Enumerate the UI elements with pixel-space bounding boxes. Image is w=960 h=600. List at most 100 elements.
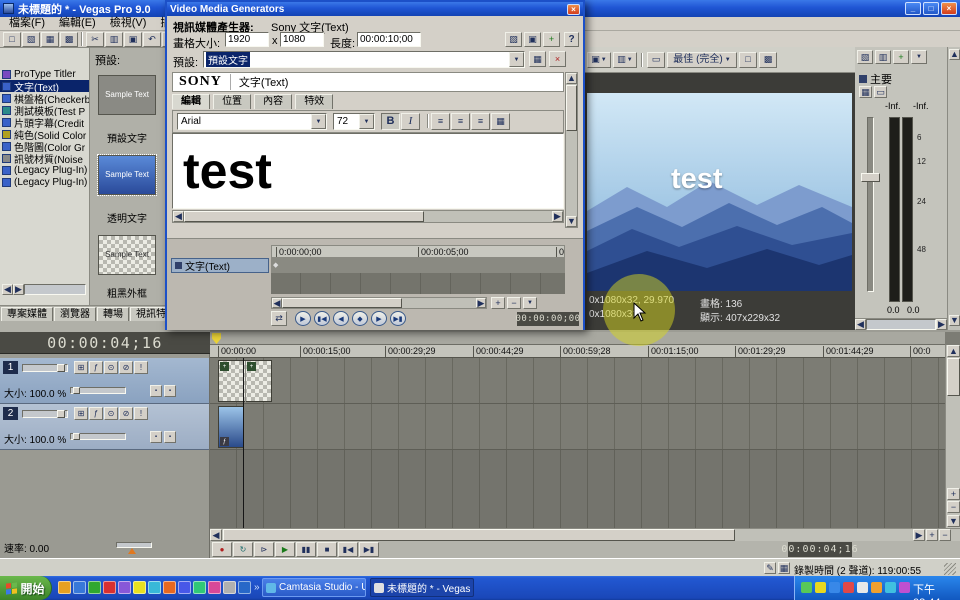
dropdown-icon[interactable]: ▼ [359, 114, 374, 129]
scroll-left-icon[interactable]: ◀ [173, 211, 184, 222]
tray-icon[interactable] [857, 582, 868, 593]
cursor-timecode-display[interactable]: 00:00:04;16 [0, 332, 210, 354]
timeline-event-text[interactable]: + + [218, 360, 272, 402]
master-fader-handle[interactable] [861, 173, 880, 182]
menu-file[interactable]: 檔案(F) [2, 17, 52, 30]
add-bus-button[interactable]: + [893, 50, 909, 64]
timeline-vscrollbar[interactable]: ▲ + − ▼ [945, 345, 960, 528]
generator-item[interactable]: 棋盤格(Checkerb [0, 92, 89, 104]
tray-icon[interactable] [871, 582, 882, 593]
track-header-1[interactable]: 1 ⊞ ƒ ⊙ ⊘ ! 大小: 100.0 % ▪ ▪ [0, 358, 209, 404]
generator-item[interactable]: ProType Titler [0, 68, 89, 80]
menu-edit[interactable]: 編輯(E) [52, 17, 103, 30]
frame-width-input[interactable]: 1920 [225, 32, 269, 47]
kf-last-button[interactable]: ▶▮ [390, 311, 406, 326]
timeline-event-video[interactable]: ƒ [218, 406, 244, 448]
grid-icon[interactable]: ▦ [778, 562, 790, 574]
minimize-button[interactable]: _ [905, 2, 921, 15]
scroll-thumb[interactable] [223, 529, 735, 541]
event-fx-icon[interactable]: ƒ [220, 437, 229, 446]
generator-item[interactable]: (Legacy Plug-In) [0, 164, 89, 176]
rate-marker-icon[interactable] [128, 548, 136, 554]
edit-details-icon[interactable]: ✎ [764, 562, 776, 574]
timeline-marker-icon[interactable] [212, 333, 221, 344]
quicklaunch-icon[interactable] [88, 581, 101, 594]
tray-icon[interactable] [801, 582, 812, 593]
mixer-options-dropdown[interactable]: ▼ [911, 50, 927, 64]
tray-icon[interactable] [815, 582, 826, 593]
tab-properties[interactable]: 內容 [254, 94, 292, 109]
quicklaunch-icon[interactable] [223, 581, 236, 594]
track-level-slider[interactable] [22, 364, 68, 372]
kerning-button[interactable]: ▦ [491, 113, 510, 130]
scroll-up-icon[interactable]: ▲ [566, 73, 577, 84]
keyframe-hscrollbar[interactable]: ◀ ▶ [271, 297, 487, 309]
quicklaunch-icon[interactable] [178, 581, 191, 594]
tab-placement[interactable]: 位置 [213, 94, 251, 109]
tab-edit[interactable]: 編輯 [172, 94, 210, 109]
italic-button[interactable]: I [401, 113, 420, 130]
mute-button[interactable]: ⊘ [119, 361, 133, 374]
properties-button[interactable]: ▩ [60, 32, 78, 47]
tray-icon[interactable] [843, 582, 854, 593]
play-from-start-button[interactable]: ⊳ [254, 542, 274, 557]
solo-button[interactable]: ! [134, 407, 148, 420]
scroll-down-icon[interactable]: ▼ [949, 315, 960, 326]
scroll-up-icon[interactable]: ▲ [949, 49, 960, 60]
keyframe-ruler[interactable]: 0:00:00;00 00:00:05;00 00 [271, 245, 565, 258]
align-left-button[interactable]: ≡ [431, 113, 450, 130]
scroll-right-icon[interactable]: ▶ [913, 529, 925, 541]
generator-list-hscrollbar[interactable]: ◀ ▶ [2, 284, 86, 295]
dropdown-icon[interactable]: ▼ [311, 114, 326, 129]
generator-item[interactable]: 訊號材質(Noise [0, 152, 89, 164]
kf-zoom-in-icon[interactable]: + [491, 297, 505, 309]
text-edit-area[interactable]: test [172, 133, 564, 209]
preset-thumbnail-default[interactable]: Sample Text [98, 75, 156, 115]
quicklaunch-chevron-icon[interactable]: » [254, 582, 260, 593]
automation-settings-button[interactable]: ⊙ [104, 361, 118, 374]
generated-media-icon[interactable]: + [220, 362, 229, 371]
scroll-up-icon[interactable]: ▲ [947, 345, 960, 357]
marker-bar[interactable] [210, 332, 945, 345]
copy-button[interactable]: ▥ [105, 32, 123, 47]
scroll-track[interactable] [24, 284, 86, 295]
resize-grip[interactable] [944, 563, 956, 575]
generator-item[interactable]: (Legacy Plug-In) [0, 176, 89, 188]
generator-item-selected[interactable]: 文字(Text) [0, 80, 89, 92]
mixer-hscrollbar[interactable]: ◀ ▶ [855, 318, 947, 330]
generator-item[interactable]: 純色(Solid Color [0, 128, 89, 140]
scroll-down-icon[interactable]: ▼ [566, 216, 577, 227]
quicklaunch-icon[interactable] [133, 581, 146, 594]
snapshot-button[interactable]: ▭ [647, 52, 665, 68]
kf-first-button[interactable]: ▮◀ [314, 311, 330, 326]
play-button[interactable]: ▶ [275, 542, 295, 557]
dropdown-icon[interactable]: ▼ [509, 52, 524, 67]
scroll-thumb[interactable] [566, 85, 577, 131]
new-project-button[interactable]: □ [3, 32, 21, 47]
keyframe-diamond-icon[interactable]: ◆ [273, 262, 278, 269]
tab-transitions[interactable]: 轉場 [97, 307, 129, 321]
scroll-thumb[interactable] [947, 358, 960, 396]
meter-options-button[interactable]: ▭ [874, 86, 887, 98]
scroll-down-icon[interactable]: ▼ [947, 515, 960, 527]
preset-thumbnail-transparent[interactable]: Sample Text [98, 155, 156, 195]
time-ruler[interactable]: 00:00:00 00:00:15;00 00:00:29;29 00:00:4… [210, 345, 945, 358]
scroll-right-icon[interactable]: ▶ [552, 211, 563, 222]
quicklaunch-icon[interactable] [103, 581, 116, 594]
record-button[interactable]: ● [212, 542, 232, 557]
track-number[interactable]: 1 [3, 361, 18, 374]
cut-button[interactable]: ✂ [86, 32, 104, 47]
more-button[interactable]: ▪ [164, 385, 176, 397]
slider-handle[interactable] [73, 387, 80, 394]
go-to-start-button[interactable]: ▮◀ [338, 542, 358, 557]
bypass-fx-button[interactable]: ▪ [150, 431, 162, 443]
scroll-left-icon[interactable]: ◀ [272, 298, 282, 308]
end-timecode-display[interactable]: 00:00:04;16 [788, 542, 852, 557]
preset-combobox[interactable]: 預設文字 ▼ [203, 51, 525, 68]
plugin-vscrollbar[interactable]: ▲ ▼ [565, 72, 578, 228]
dialog-titlebar[interactable]: Video Media Generators × [167, 2, 583, 16]
generated-media-icon[interactable]: + [247, 362, 256, 371]
scroll-left-icon[interactable]: ◀ [210, 529, 222, 541]
kf-zoom-out-icon[interactable]: − [507, 297, 521, 309]
scroll-right-icon[interactable]: ▶ [13, 284, 24, 295]
